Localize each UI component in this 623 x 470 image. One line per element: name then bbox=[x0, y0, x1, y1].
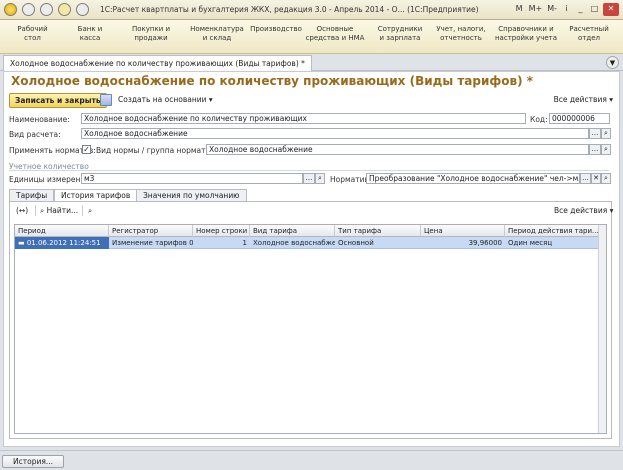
tariff-type-form: Холодное водоснабжение по количеству про… bbox=[3, 71, 620, 447]
memory-button[interactable]: M bbox=[514, 3, 525, 16]
history-button[interactable]: История... bbox=[2, 455, 64, 468]
unit-search-icon[interactable]: ⌕ bbox=[315, 173, 325, 184]
section-employees[interactable]: Сотрудники и зарплата bbox=[374, 25, 426, 43]
cell-validity-period: Один месяц bbox=[508, 239, 553, 247]
open-windows-strip: Холодное водоснабжение по количеству про… bbox=[0, 54, 623, 71]
cancel-search-icon[interactable]: ⌕ bbox=[88, 206, 92, 216]
cell-price: 39,96000 bbox=[468, 239, 502, 247]
calc-type-label: Вид расчета: bbox=[9, 130, 61, 139]
find-button[interactable]: ⌕ Найти... bbox=[40, 206, 78, 216]
cell-registrar: Изменение тарифов 0... bbox=[112, 239, 193, 247]
tab-default-values[interactable]: Значения по умолчанию bbox=[136, 189, 247, 201]
name-field[interactable]: Холодное водоснабжение по количеству про… bbox=[81, 113, 526, 124]
command-separator bbox=[82, 205, 83, 216]
calc-type-field[interactable]: Холодное водоснабжение bbox=[81, 128, 589, 139]
create-based-on-button[interactable]: Создать на основании ▾ bbox=[118, 95, 213, 104]
forward-icon[interactable] bbox=[40, 3, 53, 16]
app-logo-icon bbox=[4, 3, 17, 16]
unit-label: Единицы измерения: bbox=[9, 175, 93, 184]
name-label: Наименование: bbox=[9, 115, 70, 124]
link-icon[interactable]: (↔) bbox=[16, 206, 28, 215]
chevron-down-icon[interactable]: ▼ bbox=[606, 56, 619, 69]
column-validity-period[interactable]: Период действия тари... bbox=[505, 225, 600, 237]
calc-type-select-button[interactable]: ... bbox=[589, 128, 601, 139]
norm-clear-icon[interactable]: ✕ bbox=[591, 173, 601, 184]
norm-search-icon[interactable]: ⌕ bbox=[601, 173, 611, 184]
section-taxes[interactable]: Учет, налоги, отчетность bbox=[432, 25, 490, 43]
code-label: Код: bbox=[530, 115, 548, 124]
section-settlement[interactable]: Расчетный отдел bbox=[565, 25, 613, 43]
norm-field[interactable]: Преобразование "Холодное водоснабжение" … bbox=[366, 173, 580, 184]
tab-tariffs[interactable]: Тарифы bbox=[9, 189, 55, 201]
group-divider bbox=[9, 170, 609, 171]
section-bank[interactable]: Банк и касса bbox=[70, 25, 110, 43]
column-price[interactable]: Цена bbox=[421, 225, 505, 237]
section-purchases[interactable]: Покупки и продажи bbox=[126, 25, 176, 43]
cell-tariff-type: Холодное водоснабже... bbox=[253, 239, 335, 247]
cell-line-number: 1 bbox=[242, 239, 247, 247]
page-title: Холодное водоснабжение по количеству про… bbox=[11, 74, 534, 88]
cell-period-text: 01.06.2012 11:24:51 bbox=[26, 239, 101, 247]
column-tariff-kind[interactable]: Тип тарифа bbox=[335, 225, 421, 237]
calc-type-search-icon[interactable]: ⌕ bbox=[601, 128, 611, 139]
table-command-bar: (↔) ⌕ Найти... ⌕ Все действия ▾ bbox=[10, 202, 613, 219]
code-field[interactable]: 000000006 bbox=[549, 113, 610, 124]
maximize-button[interactable]: □ bbox=[589, 3, 600, 16]
memory-minus-button[interactable]: M- bbox=[546, 3, 558, 16]
section-references[interactable]: Справочники и настройки учета bbox=[494, 25, 558, 43]
unit-select-button[interactable]: ... bbox=[303, 173, 315, 184]
cell-tariff-kind: Основной bbox=[338, 239, 374, 247]
cell-period: ▬ 01.06.2012 11:24:51 bbox=[15, 237, 109, 249]
close-button[interactable]: ✕ bbox=[603, 3, 619, 16]
norm-type-field[interactable]: Холодное водоснабжение bbox=[206, 144, 589, 155]
star-icon[interactable] bbox=[58, 3, 71, 16]
window-title: 1С:Расчет квартплаты и бухгалтерия ЖКХ, … bbox=[100, 5, 479, 14]
column-tariff-type[interactable]: Вид тарифа bbox=[250, 225, 335, 237]
form-command-bar: Записать и закрыть Создать на основании … bbox=[4, 93, 619, 108]
table-header: Период Регистратор Номер строки Вид тари… bbox=[15, 225, 606, 237]
history-icon[interactable] bbox=[76, 3, 89, 16]
section-fixed-assets[interactable]: Основные средства и НМА bbox=[304, 25, 366, 43]
status-bar: История... bbox=[0, 450, 623, 470]
apply-norm-checkbox[interactable]: ✓ bbox=[82, 145, 91, 154]
save-icon[interactable] bbox=[100, 94, 112, 106]
column-line-number[interactable]: Номер строки bbox=[193, 225, 250, 237]
table-row[interactable]: ▬ 01.06.2012 11:24:51 Изменение тарифов … bbox=[15, 237, 606, 249]
memory-plus-button[interactable]: M+ bbox=[528, 3, 544, 16]
column-period[interactable]: Период bbox=[15, 225, 109, 237]
search-icon: ⌕ bbox=[40, 206, 47, 215]
window-controls: M M+ M- i _ □ ✕ bbox=[514, 3, 619, 16]
section-desktop[interactable]: Рабочий стол bbox=[10, 25, 55, 43]
sections-panel: Рабочий стол Банк и касса Покупки и прод… bbox=[0, 20, 623, 54]
unit-field[interactable]: м3 bbox=[81, 173, 303, 184]
tab-current-document[interactable]: Холодное водоснабжение по количеству про… bbox=[3, 55, 312, 71]
norm-type-select-button[interactable]: ... bbox=[589, 144, 601, 155]
window-titlebar: 1С:Расчет квартплаты и бухгалтерия ЖКХ, … bbox=[0, 0, 623, 20]
tariff-history-table: Период Регистратор Номер строки Вид тари… bbox=[14, 224, 607, 434]
section-nomenclature[interactable]: Номенклатура и склад bbox=[188, 25, 246, 43]
table-scrollbar[interactable] bbox=[598, 225, 606, 433]
find-label: Найти... bbox=[46, 206, 79, 215]
column-registrar[interactable]: Регистратор bbox=[109, 225, 193, 237]
tariff-history-panel: (↔) ⌕ Найти... ⌕ Все действия ▾ Период Р… bbox=[9, 201, 613, 439]
back-icon[interactable] bbox=[22, 3, 35, 16]
minimize-button[interactable]: _ bbox=[575, 3, 586, 16]
record-icon: ▬ bbox=[18, 239, 27, 247]
all-actions-button[interactable]: Все действия ▾ bbox=[554, 95, 613, 104]
command-separator bbox=[35, 205, 36, 216]
info-button[interactable]: i bbox=[561, 3, 572, 16]
norm-select-button[interactable]: ... bbox=[580, 173, 591, 184]
table-all-actions-button[interactable]: Все действия ▾ bbox=[554, 206, 613, 215]
section-production[interactable]: Производство bbox=[248, 25, 304, 34]
norm-type-search-icon[interactable]: ⌕ bbox=[601, 144, 611, 155]
save-and-close-button[interactable]: Записать и закрыть bbox=[9, 93, 107, 108]
